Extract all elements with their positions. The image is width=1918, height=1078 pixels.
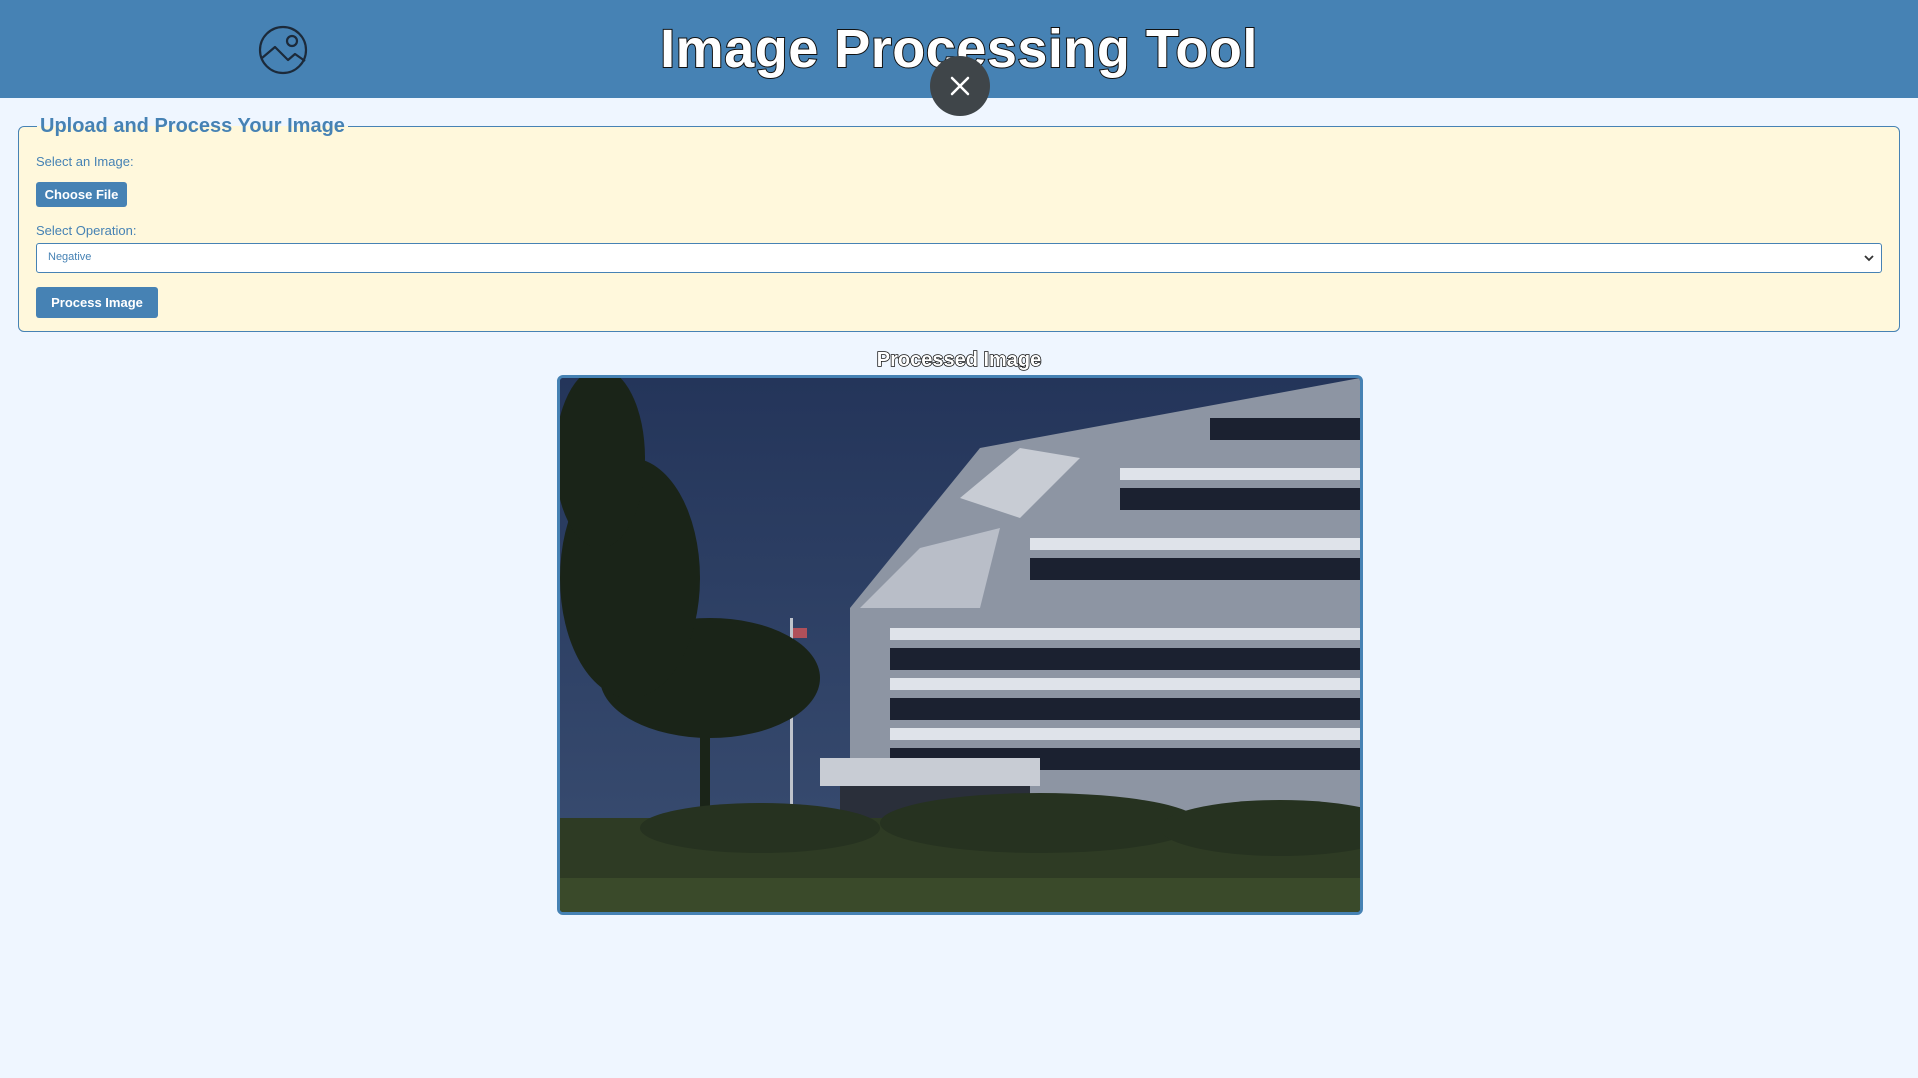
- operation-selected-value: Negative: [48, 251, 92, 263]
- choose-file-button[interactable]: Choose File: [36, 182, 127, 207]
- select-image-label: Select an Image:: [36, 154, 134, 169]
- close-icon: [950, 76, 970, 96]
- process-image-button[interactable]: Process Image: [36, 287, 158, 318]
- panel-legend: Upload and Process Your Image: [37, 114, 348, 138]
- chevron-down-icon: [1864, 255, 1874, 262]
- processed-image-title: Processed Image: [876, 348, 1042, 372]
- processed-image: [557, 375, 1363, 915]
- operation-select[interactable]: Negative: [36, 243, 1882, 273]
- select-operation-label: Select Operation:: [36, 223, 137, 238]
- upload-panel: Upload and Process Your Image Select an …: [18, 114, 1900, 332]
- processed-image-picture: [560, 378, 1360, 912]
- close-button[interactable]: [930, 56, 990, 116]
